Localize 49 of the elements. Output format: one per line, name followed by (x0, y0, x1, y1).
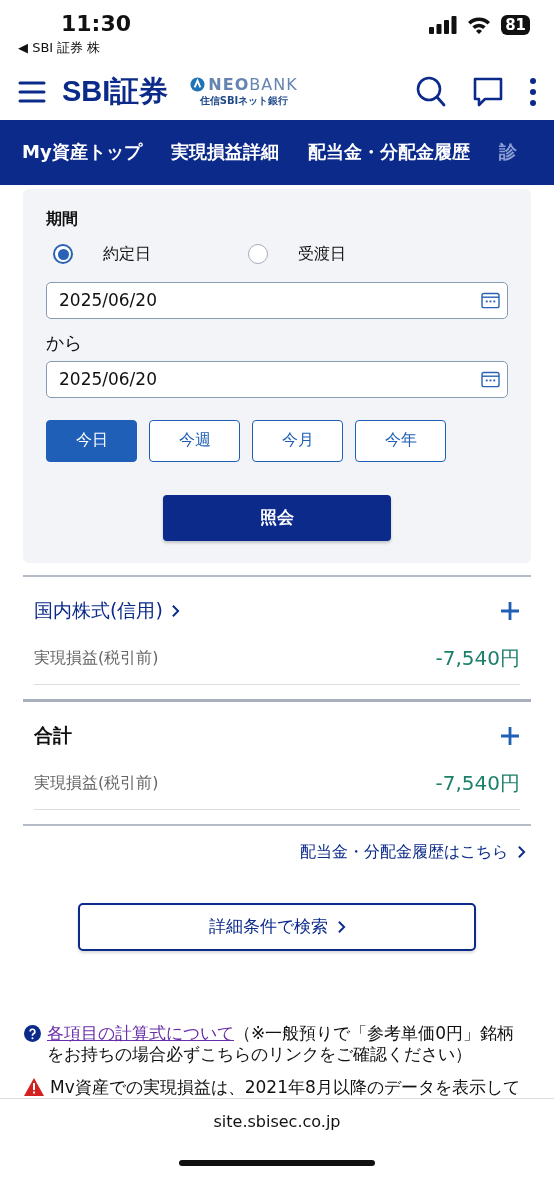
expand-icon[interactable] (500, 600, 520, 621)
radio-option[interactable]: 約定日 (46, 243, 241, 265)
warning-icon (24, 1078, 44, 1096)
range-separator: から (46, 330, 83, 355)
wifi-icon (467, 16, 492, 34)
period-button[interactable]: 今日 (46, 419, 137, 462)
date-input[interactable]: 2025/06/20 (46, 281, 508, 319)
nav-tab[interactable]: 実現損益詳細 (170, 140, 279, 165)
expand-icon[interactable] (500, 725, 520, 746)
chevron-icon (517, 845, 526, 859)
bank-logo-icon (190, 77, 206, 93)
dividend-history-link[interactable]: 配当金・分配金履歴はこちら (300, 841, 526, 863)
note-text: Mv資産での実現損益は、2021年8月以降のデータを表示して (50, 1077, 520, 1098)
profit-label: 実現損益(税引前) (34, 772, 159, 794)
bank-subtitle: 住信SBIネット銀行 (199, 94, 289, 109)
date-input[interactable]: 2025/06/20 (46, 360, 508, 398)
chevron-icon (336, 919, 346, 934)
signal-icon (429, 16, 458, 34)
chat-icon[interactable] (472, 75, 504, 108)
note-text: 各項目の計算式について（※一般預りで「参考単価0円」銘柄をお持ちの場合必ずこちらのリンクをご確認ください） (47, 1023, 516, 1065)
more-icon[interactable] (530, 77, 536, 106)
profit-value: -7,540円 (435, 644, 520, 672)
period-button[interactable]: 今年 (355, 419, 446, 462)
period-label: 期間 (46, 208, 79, 230)
period-button[interactable]: 今月 (252, 419, 343, 462)
help-icon (24, 1025, 41, 1042)
query-button[interactable]: 照会 (163, 494, 391, 541)
nav-tab[interactable]: 配当金・分配金履歴 (307, 140, 470, 165)
calendar-icon[interactable] (481, 291, 500, 309)
back-to-app-link[interactable]: ◀ SBI 証券 株 (18, 39, 101, 57)
url-text[interactable]: site.sbisec.co.jp (213, 1112, 341, 1131)
brand-logo[interactable]: SBI証券 (62, 71, 169, 112)
category-link[interactable]: 国内株式(信用) (34, 597, 180, 624)
calendar-icon[interactable] (481, 370, 500, 388)
status-time: 11:30 (61, 11, 132, 36)
profit-value: -7,540円 (435, 769, 520, 797)
nav-tab[interactable]: 診 (498, 140, 517, 165)
profit-label: 実現損益(税引前) (34, 647, 159, 669)
search-icon[interactable] (416, 75, 446, 108)
period-button[interactable]: 今週 (149, 419, 240, 462)
radio-option[interactable]: 受渡日 (241, 243, 436, 265)
formula-link[interactable]: 各項目の計算式について (47, 1023, 234, 1043)
advanced-search-button[interactable]: 詳細条件で検索 (78, 902, 476, 951)
bank-logo-text: NEOBANK (208, 75, 298, 95)
battery-level: 81 (501, 15, 530, 35)
section-title: 合計 (34, 722, 72, 748)
nav-tab[interactable]: My資産トップ (22, 140, 142, 165)
menu-icon[interactable] (18, 79, 46, 104)
chevron-icon (170, 603, 180, 618)
